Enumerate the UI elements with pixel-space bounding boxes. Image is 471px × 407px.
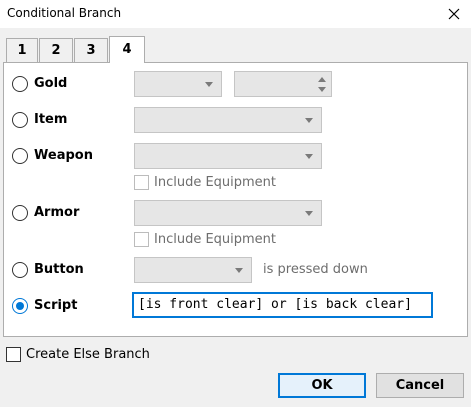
gold-amount-spinner[interactable] [234, 71, 332, 97]
chevron-down-icon [205, 82, 213, 87]
script-label: Script [34, 298, 78, 313]
armor-label: Armor [34, 205, 80, 220]
weapon-radio[interactable] [12, 148, 28, 164]
armor-include-equipment-checkbox[interactable] [134, 232, 149, 247]
button-suffix-label: is pressed down [263, 262, 368, 277]
ok-button[interactable]: OK [278, 373, 366, 398]
title-bar: Conditional Branch [0, 0, 471, 28]
cancel-button[interactable]: Cancel [376, 373, 464, 398]
chevron-down-icon [305, 211, 313, 216]
armor-dropdown[interactable] [134, 200, 322, 226]
script-input[interactable]: [is front clear] or [is back clear] [132, 292, 433, 318]
button-radio[interactable] [12, 262, 28, 278]
item-dropdown[interactable] [134, 107, 322, 133]
button-key-dropdown[interactable] [134, 257, 252, 283]
close-icon[interactable] [446, 6, 462, 22]
spin-up-icon[interactable] [318, 77, 326, 82]
item-radio[interactable] [12, 112, 28, 128]
armor-radio[interactable] [12, 205, 28, 221]
item-label: Item [34, 112, 68, 127]
weapon-include-equipment-checkbox[interactable] [134, 175, 149, 190]
gold-operator-dropdown[interactable] [134, 71, 222, 97]
tab-1[interactable]: 1 [6, 38, 38, 62]
armor-include-equipment-label: Include Equipment [154, 232, 277, 247]
chevron-down-icon [305, 118, 313, 123]
weapon-dropdown[interactable] [134, 143, 322, 169]
button-label: Button [34, 262, 84, 277]
gold-radio[interactable] [12, 76, 28, 92]
chevron-down-icon [305, 154, 313, 159]
spin-down-icon[interactable] [318, 87, 326, 92]
create-else-branch-checkbox[interactable] [6, 347, 21, 362]
script-radio[interactable] [12, 298, 28, 314]
weapon-include-equipment-label: Include Equipment [154, 175, 277, 190]
weapon-label: Weapon [34, 148, 93, 163]
create-else-branch-label: Create Else Branch [26, 347, 150, 362]
tab-3[interactable]: 3 [74, 38, 108, 62]
window-title: Conditional Branch [7, 6, 122, 20]
gold-label: Gold [34, 76, 68, 91]
tab-2[interactable]: 2 [39, 38, 73, 62]
chevron-down-icon [235, 268, 243, 273]
tab-4[interactable]: 4 [109, 36, 145, 63]
